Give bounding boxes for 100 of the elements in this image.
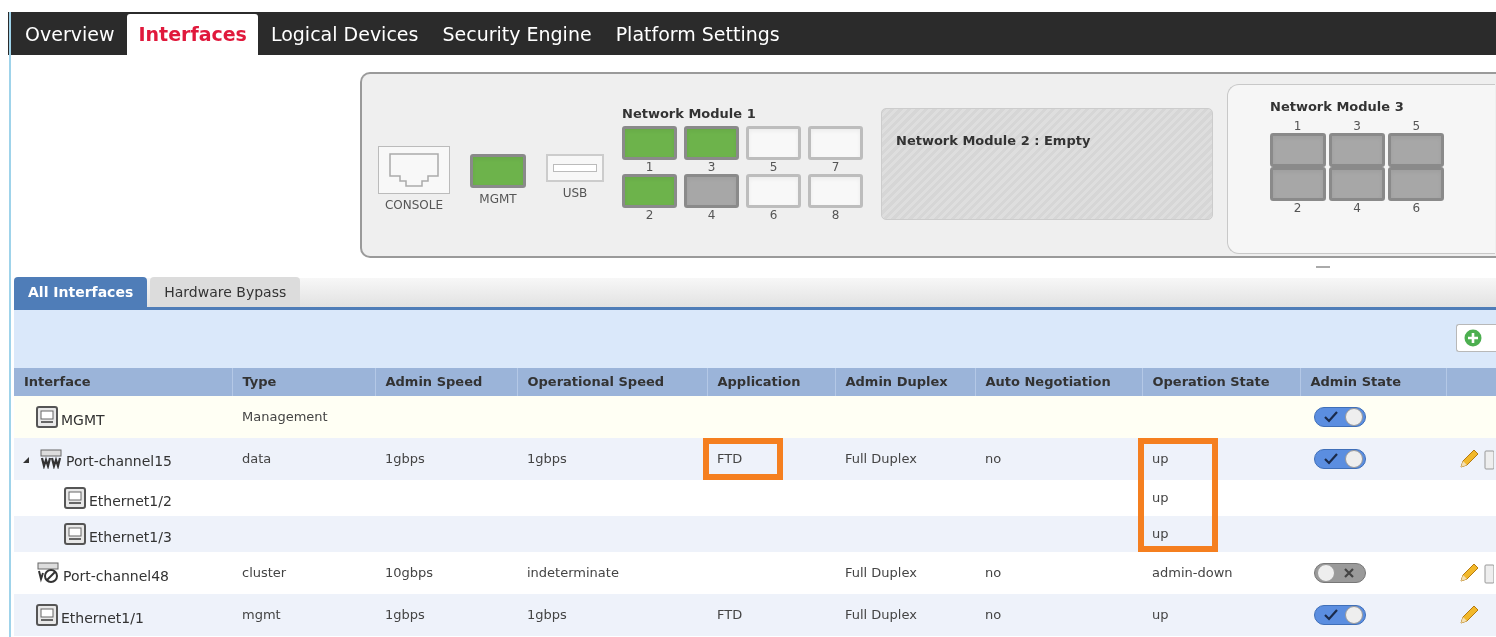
port[interactable] (1329, 132, 1385, 167)
add-button[interactable] (1456, 324, 1496, 352)
module-title: Network Module 3 (1270, 98, 1405, 116)
table-cell: no (985, 451, 1002, 467)
table-cell: 1gbps (385, 451, 425, 467)
port[interactable] (1269, 132, 1326, 167)
interface-name: Port-channel48 (63, 568, 170, 584)
interface-name: Ethernet1/2 (89, 493, 172, 509)
table-cell: up (1152, 607, 1169, 623)
table-cell: up (1152, 451, 1169, 467)
port-label: 2 (645, 207, 654, 222)
table-cell: FTD (717, 451, 743, 467)
interface-icon (36, 604, 58, 626)
port[interactable] (746, 125, 801, 160)
table-cell: 1gbps (385, 607, 425, 623)
interface-name: Ethernet1/3 (89, 529, 172, 545)
nav-tab[interactable]: Interfaces (127, 14, 258, 55)
port-label: 8 (831, 207, 840, 222)
module-title: Network Module 1 (622, 105, 757, 123)
port[interactable] (684, 173, 739, 208)
table-cell: up (1152, 526, 1169, 542)
port[interactable] (1388, 132, 1445, 167)
port[interactable] (622, 173, 677, 208)
port[interactable] (1388, 166, 1445, 201)
column-header: Type (242, 374, 277, 390)
nav-tab[interactable]: Logical Devices (259, 14, 430, 55)
port-label: 6 (1412, 200, 1421, 215)
column-header: Auto Negotiation (985, 374, 1111, 390)
port-label: 6 (769, 207, 778, 222)
column-header: Operation State (1152, 374, 1270, 390)
port-label: 3 (1353, 118, 1361, 133)
cluster-channel-icon (36, 562, 60, 584)
port[interactable] (808, 125, 863, 160)
table-cell: admin-down (1152, 565, 1233, 581)
column-header: Application (717, 374, 801, 390)
port-label: 7 (831, 159, 840, 174)
interface-icon (36, 406, 58, 428)
collapse-handle[interactable] (1316, 266, 1330, 268)
table-cell: Full Duplex (845, 607, 917, 623)
interface-icon (64, 487, 86, 509)
port-label: 4 (707, 207, 716, 222)
edit-icon[interactable] (1458, 604, 1480, 626)
nav-tab[interactable]: Security Engine (431, 14, 603, 55)
table-cell: no (985, 607, 1002, 623)
nav-tab[interactable]: Overview (14, 14, 126, 55)
port-label: 4 (1353, 200, 1361, 215)
port-label: 5 (1412, 118, 1421, 133)
sub-tab[interactable]: Hardware Bypass (150, 277, 301, 307)
interface-icon (64, 523, 86, 545)
port[interactable] (622, 125, 677, 160)
table-cell: 1gbps (527, 451, 567, 467)
port-label: USB (562, 185, 588, 202)
delete-icon[interactable] (1484, 562, 1494, 584)
port-label: 3 (707, 159, 716, 174)
port[interactable] (1269, 166, 1326, 201)
table-cell: cluster (242, 565, 287, 581)
interface-name: Port-channel15 (66, 453, 173, 469)
table-cell: Full Duplex (845, 565, 917, 581)
table-cell: 10gbps (385, 565, 434, 581)
port-channel-icon (39, 449, 63, 469)
port[interactable] (746, 173, 801, 208)
port-label: 5 (769, 159, 778, 174)
table-cell: up (1152, 490, 1169, 506)
toggle-switch[interactable] (1314, 407, 1366, 427)
module-title: Network Module 2 : Empty (896, 132, 1092, 150)
table-cell: mgmt (242, 607, 281, 623)
table-cell: Full Duplex (845, 451, 917, 467)
column-header: Admin Duplex (845, 374, 948, 390)
sub-tab[interactable]: All Interfaces (14, 277, 148, 307)
toggle-switch[interactable] (1314, 563, 1366, 583)
table-cell: indeterminate (527, 565, 619, 581)
toggle-switch[interactable] (1314, 449, 1366, 469)
table-cell: 1gbps (527, 607, 567, 623)
table-cell: no (985, 565, 1002, 581)
column-header: Admin State (1310, 374, 1402, 390)
table-cell: data (242, 451, 272, 467)
check-icon (1324, 411, 1338, 423)
edit-icon[interactable] (1458, 448, 1480, 470)
column-header: Interface (24, 374, 91, 390)
nav-tab[interactable]: Platform Settings (604, 14, 791, 55)
interface-name: Ethernet1/1 (61, 610, 144, 626)
edit-icon[interactable] (1458, 562, 1480, 584)
expander-icon[interactable] (22, 456, 30, 464)
usb-port-icon (546, 154, 604, 182)
column-header: Operational Speed (527, 374, 665, 390)
add-icon (1464, 329, 1482, 347)
port-label: 2 (1293, 200, 1302, 215)
cross-icon (1343, 567, 1355, 579)
toggle-switch[interactable] (1314, 605, 1366, 625)
port-label: 1 (1293, 118, 1302, 133)
port-label: MGMT (479, 191, 517, 208)
console-port-icon (378, 146, 450, 194)
table-cell: FTD (717, 607, 743, 623)
check-icon (1324, 453, 1338, 465)
delete-icon[interactable] (1484, 448, 1494, 470)
port-label: CONSOLE (384, 197, 444, 214)
port[interactable] (684, 125, 739, 160)
column-header: Admin Speed (385, 374, 483, 390)
port[interactable] (808, 173, 863, 208)
table-cell: Management (242, 409, 328, 425)
